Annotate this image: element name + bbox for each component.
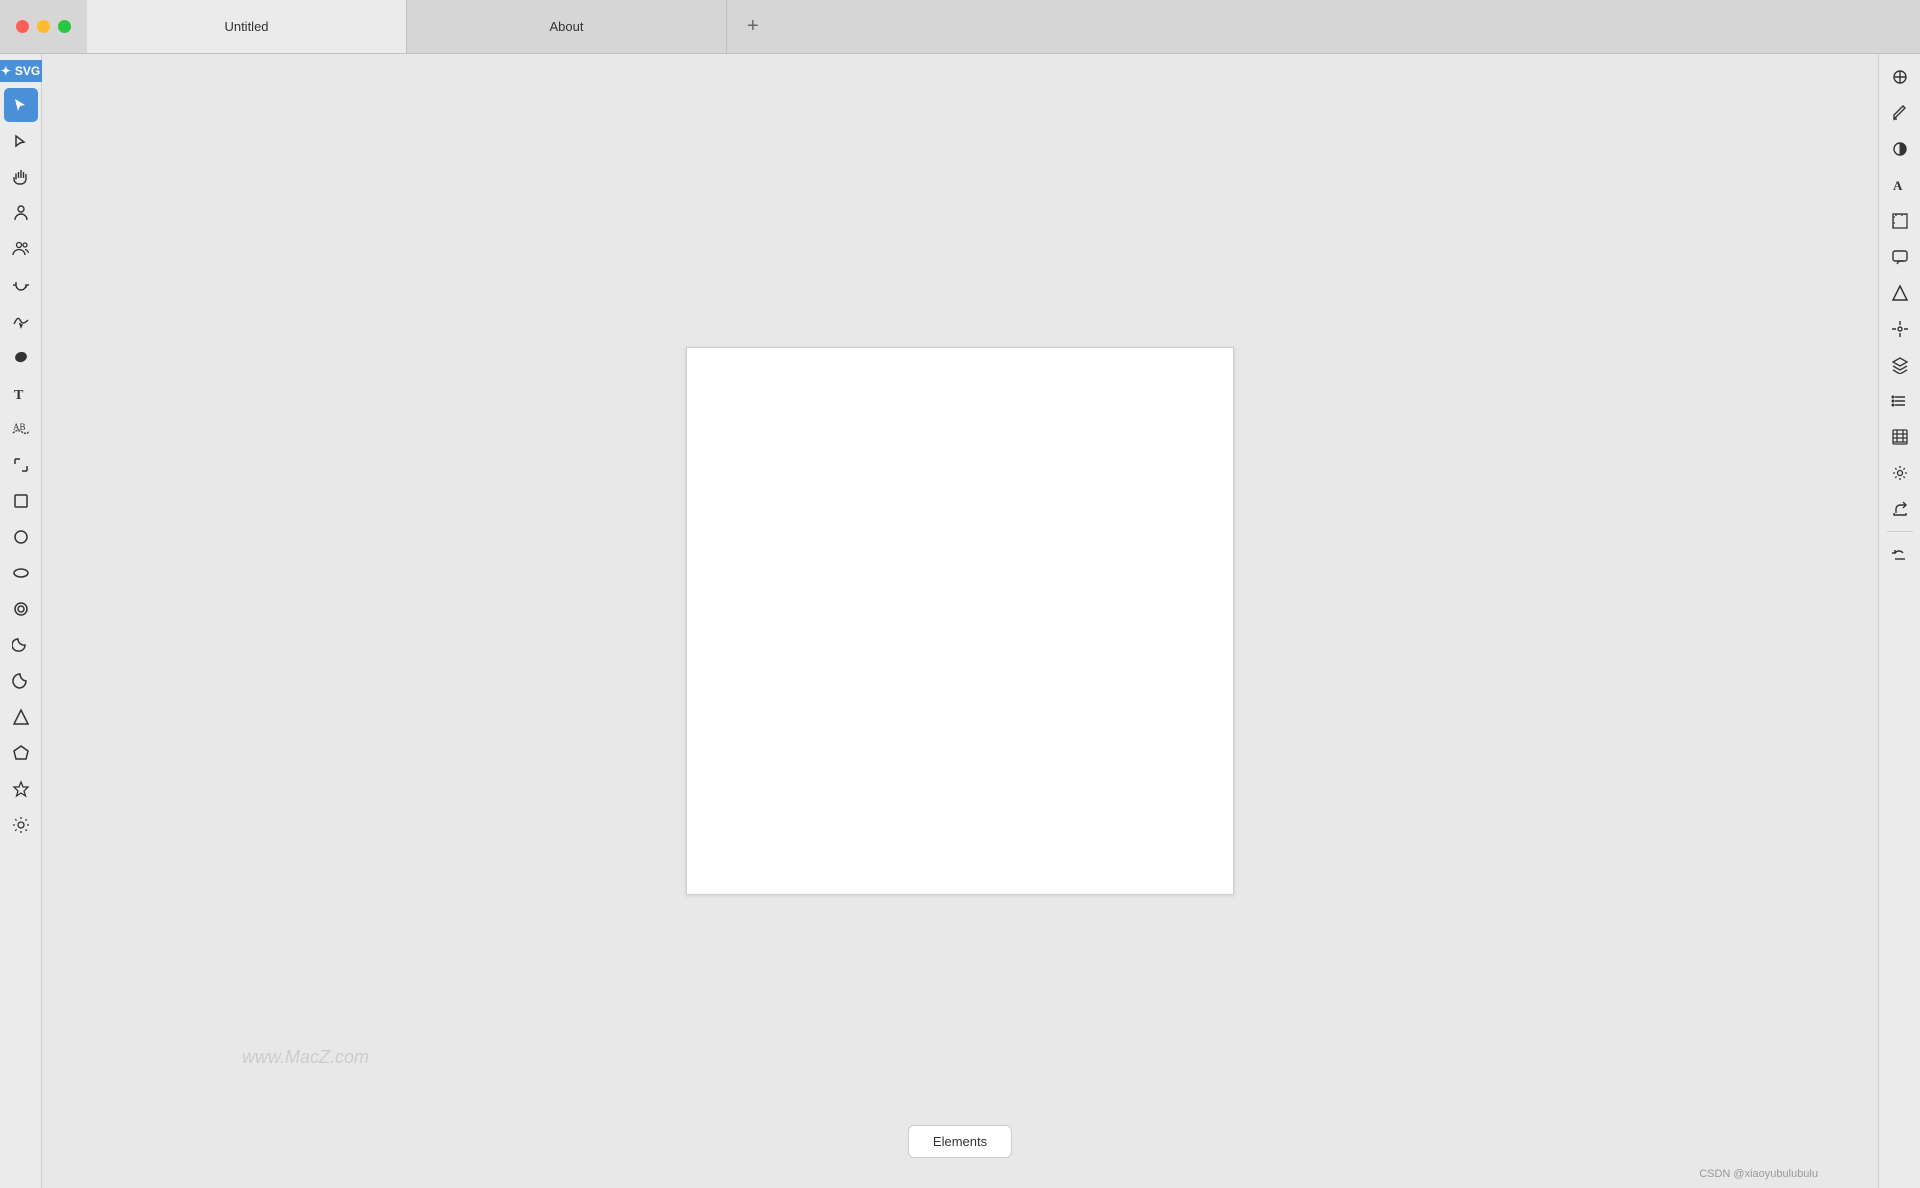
style-tool[interactable] bbox=[1883, 60, 1917, 94]
svg-badge-icon: ✦ bbox=[1, 64, 11, 78]
bottom-panel: Elements bbox=[908, 1125, 1012, 1158]
moon-tool[interactable] bbox=[4, 628, 38, 662]
direct-select-tool[interactable] bbox=[4, 124, 38, 158]
svg-text:T: T bbox=[14, 388, 24, 402]
layers-tool[interactable] bbox=[1883, 348, 1917, 382]
main-area: ✦ SVG bbox=[0, 54, 1920, 1188]
left-toolbar: ✦ SVG bbox=[0, 54, 42, 1188]
elements-button[interactable]: Elements bbox=[908, 1125, 1012, 1158]
crop-tool[interactable] bbox=[4, 448, 38, 482]
frame-tool[interactable] bbox=[1883, 204, 1917, 238]
list-tool[interactable] bbox=[1883, 384, 1917, 418]
title-bar: Untitled About + bbox=[0, 0, 1920, 54]
people-tool[interactable] bbox=[4, 232, 38, 266]
triangle-tool[interactable] bbox=[4, 700, 38, 734]
svg-text:A: A bbox=[1893, 178, 1903, 193]
contrast-tool[interactable] bbox=[1883, 132, 1917, 166]
right-toolbar: A bbox=[1878, 54, 1920, 1188]
canvas[interactable] bbox=[686, 347, 1234, 895]
transform-tool[interactable] bbox=[1883, 312, 1917, 346]
text-path-tool[interactable]: AB bbox=[4, 412, 38, 446]
add-tab-button[interactable]: + bbox=[727, 0, 779, 53]
settings-tool[interactable] bbox=[1883, 456, 1917, 490]
text-tool[interactable]: T bbox=[4, 376, 38, 410]
undo-history-tool[interactable] bbox=[1883, 537, 1917, 571]
canvas-area: www.MacZ.com Elements CSDN @xiaoyubulubu… bbox=[42, 54, 1878, 1188]
tab-bar: Untitled About + bbox=[87, 0, 1920, 53]
minimize-button[interactable] bbox=[37, 20, 50, 33]
comment-tool[interactable] bbox=[1883, 240, 1917, 274]
select-tool[interactable] bbox=[4, 88, 38, 122]
tab-about[interactable]: About bbox=[407, 0, 727, 53]
star-tool[interactable] bbox=[4, 772, 38, 806]
pen-tool[interactable] bbox=[1883, 96, 1917, 130]
watermark: www.MacZ.com bbox=[242, 1047, 369, 1068]
blob-tool[interactable] bbox=[4, 340, 38, 374]
rectangle-tool[interactable] bbox=[4, 484, 38, 518]
svg-badge-label: SVG bbox=[15, 64, 40, 78]
attribution-text: CSDN @xiaoyubulubulu bbox=[1699, 1168, 1818, 1180]
crescent-tool[interactable] bbox=[4, 664, 38, 698]
delta-tool[interactable] bbox=[1883, 276, 1917, 310]
ring-tool[interactable] bbox=[4, 592, 38, 626]
right-separator bbox=[1887, 531, 1913, 532]
wave-tool[interactable] bbox=[4, 304, 38, 338]
ellipse-tool[interactable] bbox=[4, 556, 38, 590]
circle-tool[interactable] bbox=[4, 520, 38, 554]
columns-tool[interactable] bbox=[1883, 420, 1917, 454]
maximize-button[interactable] bbox=[58, 20, 71, 33]
hand-tool[interactable] bbox=[4, 160, 38, 194]
person-tool[interactable] bbox=[4, 196, 38, 230]
tab-untitled[interactable]: Untitled bbox=[87, 0, 407, 53]
window-controls bbox=[0, 0, 87, 53]
close-button[interactable] bbox=[16, 20, 29, 33]
loop-tool[interactable] bbox=[4, 268, 38, 302]
svg-badge[interactable]: ✦ SVG bbox=[0, 60, 48, 82]
typography-tool[interactable]: A bbox=[1883, 168, 1917, 202]
pentagon-tool[interactable] bbox=[4, 736, 38, 770]
export-tool[interactable] bbox=[1883, 492, 1917, 526]
svg-text:AB: AB bbox=[13, 422, 26, 432]
gear-tool[interactable] bbox=[4, 808, 38, 842]
